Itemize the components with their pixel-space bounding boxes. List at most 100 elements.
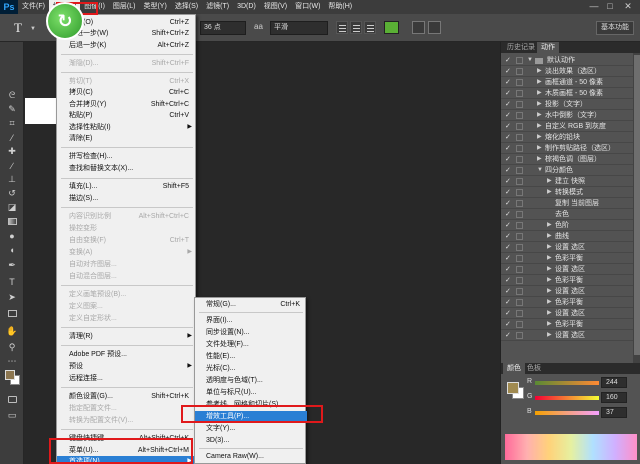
menu-item-define-shape[interactable]: 定义自定形状... bbox=[57, 313, 197, 324]
eraser-tool-icon[interactable]: ◪ bbox=[4, 202, 20, 213]
slider-b[interactable] bbox=[535, 411, 599, 415]
collapse-arrow-icon[interactable]: ▼ bbox=[537, 165, 543, 176]
menu-item-remote-connections[interactable]: 远程连接... bbox=[57, 373, 197, 384]
dialog-toggle-icon[interactable] bbox=[516, 288, 523, 295]
dialog-toggle-icon[interactable] bbox=[516, 321, 523, 328]
expand-arrow-icon[interactable]: ▶ bbox=[547, 242, 552, 253]
menu-item-presets[interactable]: 预设 ▶ bbox=[57, 361, 197, 372]
action-toggle-icon[interactable]: ✓ bbox=[505, 110, 511, 121]
foreground-color-swatch[interactable] bbox=[5, 370, 15, 380]
menu-3d[interactable]: 3D(D) bbox=[233, 0, 260, 14]
action-row[interactable]: ✓ ▶ 转换模式 bbox=[501, 187, 633, 198]
dialog-toggle-icon[interactable] bbox=[516, 178, 523, 185]
color-foreground-swatch[interactable] bbox=[507, 382, 519, 394]
dialog-toggle-icon[interactable] bbox=[516, 332, 523, 339]
menu-item-auto-align[interactable]: 自动对齐图层... bbox=[57, 259, 197, 270]
align-left-button[interactable] bbox=[336, 21, 348, 34]
dialog-toggle-icon[interactable] bbox=[516, 244, 523, 251]
action-toggle-icon[interactable]: ✓ bbox=[505, 308, 511, 319]
menu-item-color-settings[interactable]: 颜色设置(G)... Shift+Ctrl+K bbox=[57, 391, 197, 402]
actions-scrollbar[interactable] bbox=[633, 53, 640, 388]
gradient-tool-icon[interactable] bbox=[4, 216, 20, 227]
expand-arrow-icon[interactable]: ▶ bbox=[547, 275, 552, 286]
action-row[interactable]: ✓ 复制 当前图层 bbox=[501, 198, 633, 209]
action-row[interactable]: ✓ ▶ 曲线 bbox=[501, 231, 633, 242]
action-row[interactable]: ✓ ▶ 色彩平衡 bbox=[501, 275, 633, 286]
action-toggle-icon[interactable]: ✓ bbox=[505, 165, 511, 176]
type-tool-icon[interactable]: T bbox=[4, 276, 20, 287]
lasso-tool-icon[interactable]: ᘓ bbox=[4, 90, 20, 101]
menu-item-spell-check[interactable]: 拼写检查(H)... bbox=[57, 151, 197, 162]
expand-arrow-icon[interactable]: ▶ bbox=[547, 308, 552, 319]
path-select-tool-icon[interactable]: ➤ bbox=[4, 292, 20, 303]
action-toggle-icon[interactable]: ✓ bbox=[505, 319, 511, 330]
submenu-item-units-rulers[interactable]: 单位与标尺(U)... bbox=[195, 387, 307, 398]
clone-stamp-icon[interactable]: ⊥ bbox=[4, 174, 20, 185]
action-toggle-icon[interactable]: ✓ bbox=[505, 264, 511, 275]
action-row[interactable]: ✓ ▶ 设置 选区 bbox=[501, 330, 633, 341]
type-tool-icon[interactable]: T bbox=[14, 20, 22, 36]
hand-tool-icon[interactable]: ✋ bbox=[4, 326, 20, 337]
menu-item-copy-merged[interactable]: 合并拷贝(Y) Shift+Ctrl+C bbox=[57, 99, 197, 110]
action-toggle-icon[interactable]: ✓ bbox=[505, 275, 511, 286]
action-row[interactable]: ✓ ▶ 画框通道 - 50 像素 bbox=[501, 77, 633, 88]
menu-file[interactable]: 文件(F) bbox=[18, 0, 49, 14]
submenu-item-cursors[interactable]: 光标(C)... bbox=[195, 363, 307, 374]
menu-select[interactable]: 选择(S) bbox=[171, 0, 202, 14]
zoom-tool-icon[interactable]: ⚲ bbox=[4, 342, 20, 353]
expand-arrow-icon[interactable]: ▶ bbox=[547, 286, 552, 297]
menu-item-fade[interactable]: 渐隐(D)... Shift+Ctrl+F bbox=[57, 58, 197, 69]
menu-item-stroke[interactable]: 描边(S)... bbox=[57, 193, 197, 204]
dialog-toggle-icon[interactable] bbox=[516, 68, 523, 75]
dialog-toggle-icon[interactable] bbox=[516, 310, 523, 317]
warp-text-icon[interactable] bbox=[412, 21, 425, 34]
quick-mask-icon[interactable] bbox=[4, 394, 20, 405]
expand-arrow-icon[interactable]: ▶ bbox=[537, 132, 542, 143]
action-row[interactable]: ✓ ▶ 投影（文字） bbox=[501, 99, 633, 110]
scrollbar-thumb[interactable] bbox=[634, 55, 640, 355]
menu-item-find-replace[interactable]: 查找和替换文本(X)... bbox=[57, 163, 197, 174]
tab-history[interactable]: 历史记录 bbox=[503, 42, 539, 53]
dodge-tool-icon[interactable]: ◖ bbox=[4, 244, 20, 255]
history-brush-icon[interactable]: ↺ bbox=[4, 188, 20, 199]
submenu-item-file-handling[interactable]: 文件处理(F)... bbox=[195, 339, 307, 350]
action-row[interactable]: ✓ ▶ 设置 选区 bbox=[501, 286, 633, 297]
tab-color[interactable]: 颜色 bbox=[503, 363, 525, 374]
action-row[interactable]: ✓ 去色 bbox=[501, 209, 633, 220]
slider-r[interactable] bbox=[535, 381, 599, 385]
dialog-toggle-icon[interactable] bbox=[516, 145, 523, 152]
pen-tool-icon[interactable]: ✒ bbox=[4, 260, 20, 271]
action-toggle-icon[interactable]: ✓ bbox=[505, 231, 511, 242]
dialog-toggle-icon[interactable] bbox=[516, 101, 523, 108]
menu-item-content-aware-scale[interactable]: 内容识别比例 Alt+Shift+Ctrl+C bbox=[57, 211, 197, 222]
action-toggle-icon[interactable]: ✓ bbox=[505, 88, 511, 99]
menu-item-assign-profile[interactable]: 指定配置文件... bbox=[57, 403, 197, 414]
action-row[interactable]: ✓ ▶ 淡出效果（选区） bbox=[501, 66, 633, 77]
dialog-toggle-icon[interactable] bbox=[516, 200, 523, 207]
action-row[interactable]: ✓ ▶ 色彩平衡 bbox=[501, 253, 633, 264]
action-row[interactable]: ✓ ▶ 制作剪贴路径（选区） bbox=[501, 143, 633, 154]
submenu-item-type[interactable]: 文字(Y)... bbox=[195, 423, 307, 434]
submenu-item-transparency[interactable]: 透明度与色域(T)... bbox=[195, 375, 307, 386]
dialog-toggle-icon[interactable] bbox=[516, 266, 523, 273]
action-toggle-icon[interactable]: ✓ bbox=[505, 286, 511, 297]
action-toggle-icon[interactable]: ✓ bbox=[505, 198, 511, 209]
menu-item-define-pattern[interactable]: 定义图案... bbox=[57, 301, 197, 312]
text-color-swatch[interactable] bbox=[384, 21, 399, 34]
menu-layer[interactable]: 图层(L) bbox=[109, 0, 140, 14]
action-toggle-icon[interactable]: ✓ bbox=[505, 330, 511, 341]
menu-item-paste-special[interactable]: 选择性粘贴(I) ▶ bbox=[57, 122, 197, 133]
action-row[interactable]: ✓ ▶ 棕褐色调（图层） bbox=[501, 154, 633, 165]
action-row[interactable]: ✓ ▶ 自定义 RGB 到灰度 bbox=[501, 121, 633, 132]
action-toggle-icon[interactable]: ✓ bbox=[505, 176, 511, 187]
dialog-toggle-icon[interactable] bbox=[516, 156, 523, 163]
expand-arrow-icon[interactable]: ▶ bbox=[547, 220, 552, 231]
menu-item-copy[interactable]: 拷贝(C) Ctrl+C bbox=[57, 87, 197, 98]
rectangle-tool-icon[interactable] bbox=[4, 308, 20, 319]
menu-item-step-backward[interactable]: 后退一步(K) Alt+Ctrl+Z bbox=[57, 40, 197, 51]
action-toggle-icon[interactable]: ✓ bbox=[505, 187, 511, 198]
menu-item-paste[interactable]: 粘贴(P) Ctrl+V bbox=[57, 110, 197, 121]
expand-arrow-icon[interactable]: ▶ bbox=[547, 330, 552, 341]
blur-tool-icon[interactable]: ● bbox=[4, 230, 20, 241]
action-row[interactable]: ✓ ▶ 设置 选区 bbox=[501, 264, 633, 275]
